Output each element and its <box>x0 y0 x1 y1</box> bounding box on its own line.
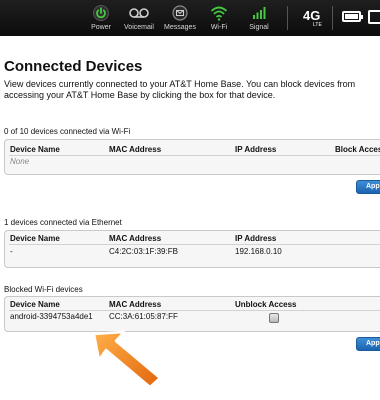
column-header-ip-address: IP Address <box>235 145 277 154</box>
column-header-device-name: Device Name <box>10 234 60 243</box>
wifi-status[interactable]: Wi-Fi <box>197 3 241 31</box>
network-type-lte: LTE <box>313 22 322 28</box>
status-divider <box>332 6 333 30</box>
column-header-unblock-access: Unblock Access <box>235 300 297 309</box>
signal-label: Signal <box>249 24 269 31</box>
column-header-mac-address: MAC Address <box>109 145 162 154</box>
device-name-cell: android-3394753a4de1 <box>10 312 93 321</box>
unblock-checkbox[interactable] <box>269 313 279 323</box>
table-divider <box>9 310 380 311</box>
table-divider <box>9 244 380 245</box>
messages-label: Messages <box>164 24 196 31</box>
mac-address-cell: C4:2C:03:1F:39:FB <box>109 247 178 256</box>
messages-status[interactable]: Messages <box>158 3 202 31</box>
network-type-4g: 4G <box>303 8 321 23</box>
column-header-mac-address: MAC Address <box>109 300 162 309</box>
device-name-cell: - <box>10 247 13 256</box>
table-divider <box>9 155 380 156</box>
voicemail-icon <box>117 3 161 23</box>
battery-icon <box>342 11 363 22</box>
column-header-ip-address: IP Address <box>235 234 277 243</box>
mac-address-cell: CC:3A:61:05:87:FF <box>109 312 178 321</box>
voicemail-label: Voicemail <box>124 24 154 31</box>
messages-icon <box>158 3 202 23</box>
ethernet-devices-table: Device Name MAC Address IP Address - C4:… <box>4 230 380 268</box>
ip-address-cell: 192.168.0.10 <box>235 247 282 256</box>
signal-status[interactable]: Signal <box>237 3 281 31</box>
voicemail-status[interactable]: Voicemail <box>117 3 161 31</box>
wifi-label: Wi-Fi <box>210 24 228 31</box>
empty-row-none: None <box>10 157 30 166</box>
wifi-summary: 0 of 10 devices connected via Wi-Fi <box>4 127 131 136</box>
ethernet-summary: 1 devices connected via Ethernet <box>4 218 122 227</box>
blocked-summary: Blocked Wi-Fi devices <box>4 285 83 294</box>
apply-button[interactable]: Apply <box>356 337 380 351</box>
column-header-mac-address: MAC Address <box>109 234 162 243</box>
status-divider <box>287 6 288 30</box>
column-header-block-access: Block Access <box>335 145 380 154</box>
blocked-devices-table: Device Name MAC Address Unblock Access a… <box>4 296 380 332</box>
wifi-icon <box>197 3 241 23</box>
page-title: Connected Devices <box>4 58 143 75</box>
page-intro: View devices currently connected to your… <box>4 79 356 100</box>
signal-icon <box>237 3 281 23</box>
pointer-arrow-icon <box>88 328 168 390</box>
apply-button[interactable]: Apply <box>356 180 380 194</box>
column-header-device-name: Device Name <box>10 300 60 309</box>
column-header-device-name: Device Name <box>10 145 60 154</box>
more-icon[interactable] <box>368 10 380 24</box>
wifi-devices-table: Device Name MAC Address IP Address Block… <box>4 139 380 175</box>
status-bar: Power Voicemail Messages Wi-Fi Signal 4G… <box>0 0 380 36</box>
